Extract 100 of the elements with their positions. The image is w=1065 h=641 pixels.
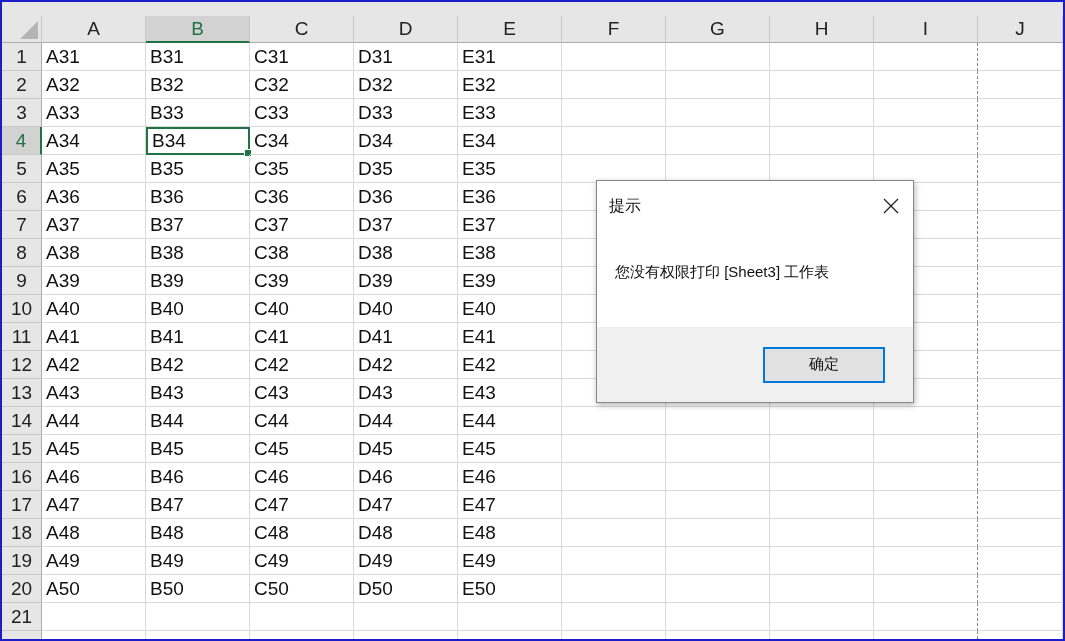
table-cell[interactable]: A39 (42, 267, 146, 295)
empty-cell[interactable] (874, 435, 978, 463)
column-header[interactable]: C (250, 16, 354, 43)
table-cell[interactable]: A42 (42, 351, 146, 379)
table-cell[interactable]: E44 (458, 407, 562, 435)
row-header[interactable]: 15 (2, 435, 42, 463)
table-cell[interactable]: A46 (42, 463, 146, 491)
empty-cell[interactable] (874, 603, 978, 631)
empty-cell[interactable] (874, 407, 978, 435)
column-header[interactable]: F (562, 16, 666, 43)
table-cell[interactable]: D48 (354, 519, 458, 547)
row-header[interactable]: 9 (2, 267, 42, 295)
row-header[interactable]: 11 (2, 323, 42, 351)
table-cell[interactable]: C50 (250, 575, 354, 603)
table-cell[interactable]: E35 (458, 155, 562, 183)
table-cell[interactable]: E41 (458, 323, 562, 351)
empty-cell[interactable] (874, 463, 978, 491)
table-cell[interactable]: A31 (42, 43, 146, 71)
row-header[interactable]: 5 (2, 155, 42, 183)
table-cell[interactable]: D33 (354, 99, 458, 127)
table-cell[interactable]: A49 (42, 547, 146, 575)
table-cell[interactable]: D45 (354, 435, 458, 463)
table-cell[interactable]: B36 (146, 183, 250, 211)
row-header[interactable]: 1 (2, 43, 42, 71)
table-cell[interactable]: D32 (354, 71, 458, 99)
row-header[interactable]: 7 (2, 211, 42, 239)
table-cell[interactable]: A48 (42, 519, 146, 547)
table-cell[interactable]: B37 (146, 211, 250, 239)
table-cell[interactable]: D42 (354, 351, 458, 379)
table-cell[interactable]: B42 (146, 351, 250, 379)
table-cell[interactable]: D40 (354, 295, 458, 323)
empty-cell[interactable] (874, 127, 978, 155)
table-cell[interactable]: E42 (458, 351, 562, 379)
table-cell[interactable]: E33 (458, 99, 562, 127)
table-cell[interactable]: C35 (250, 155, 354, 183)
table-cell[interactable]: B48 (146, 519, 250, 547)
table-cell[interactable]: B31 (146, 43, 250, 71)
table-cell[interactable]: B49 (146, 547, 250, 575)
table-cell[interactable]: E48 (458, 519, 562, 547)
column-header[interactable]: D (354, 16, 458, 43)
table-cell[interactable]: A32 (42, 71, 146, 99)
table-cell[interactable]: C46 (250, 463, 354, 491)
table-cell[interactable]: D37 (354, 211, 458, 239)
table-cell[interactable]: D50 (354, 575, 458, 603)
table-cell[interactable]: E31 (458, 43, 562, 71)
empty-cell[interactable] (874, 491, 978, 519)
table-cell[interactable]: B38 (146, 239, 250, 267)
table-cell[interactable]: E39 (458, 267, 562, 295)
empty-cell[interactable] (874, 519, 978, 547)
table-cell[interactable]: A34 (42, 127, 146, 155)
table-cell[interactable]: C36 (250, 183, 354, 211)
table-cell[interactable]: A41 (42, 323, 146, 351)
table-cell[interactable]: C40 (250, 295, 354, 323)
table-cell[interactable]: A36 (42, 183, 146, 211)
table-cell[interactable]: D49 (354, 547, 458, 575)
column-header[interactable]: H (770, 16, 874, 43)
table-cell[interactable]: C47 (250, 491, 354, 519)
table-cell[interactable]: A37 (42, 211, 146, 239)
table-cell[interactable]: B47 (146, 491, 250, 519)
table-cell[interactable]: E47 (458, 491, 562, 519)
table-cell[interactable]: A45 (42, 435, 146, 463)
table-cell[interactable]: B34 (146, 127, 250, 155)
column-header[interactable]: G (666, 16, 770, 43)
table-cell[interactable]: A35 (42, 155, 146, 183)
table-cell[interactable]: A47 (42, 491, 146, 519)
column-header[interactable]: E (458, 16, 562, 43)
table-cell[interactable]: C43 (250, 379, 354, 407)
column-header[interactable]: B (146, 16, 250, 43)
table-cell[interactable]: B50 (146, 575, 250, 603)
table-cell[interactable]: C31 (250, 43, 354, 71)
empty-cell[interactable] (874, 99, 978, 127)
table-cell[interactable]: A50 (42, 575, 146, 603)
column-header[interactable]: I (874, 16, 978, 43)
ok-button[interactable]: 确定 (763, 346, 885, 383)
table-cell[interactable]: D39 (354, 267, 458, 295)
table-cell[interactable]: D35 (354, 155, 458, 183)
row-header[interactable]: 13 (2, 379, 42, 407)
table-cell[interactable]: A44 (42, 407, 146, 435)
table-cell[interactable]: E38 (458, 239, 562, 267)
row-header[interactable]: 19 (2, 547, 42, 575)
table-cell[interactable]: A33 (42, 99, 146, 127)
table-cell[interactable]: B41 (146, 323, 250, 351)
table-cell[interactable]: C45 (250, 435, 354, 463)
table-cell[interactable]: B39 (146, 267, 250, 295)
table-cell[interactable]: B33 (146, 99, 250, 127)
table-cell[interactable]: C44 (250, 407, 354, 435)
table-cell[interactable]: C39 (250, 267, 354, 295)
table-cell[interactable]: D43 (354, 379, 458, 407)
table-cell[interactable]: B43 (146, 379, 250, 407)
table-cell[interactable]: E36 (458, 183, 562, 211)
table-cell[interactable]: D41 (354, 323, 458, 351)
empty-cell[interactable] (874, 575, 978, 603)
empty-cell[interactable] (874, 547, 978, 575)
table-cell[interactable]: E34 (458, 127, 562, 155)
empty-cell[interactable] (874, 43, 978, 71)
row-header[interactable]: 16 (2, 463, 42, 491)
empty-cell[interactable] (874, 71, 978, 99)
table-cell[interactable]: C34 (250, 127, 354, 155)
table-cell[interactable]: B46 (146, 463, 250, 491)
table-cell[interactable]: E43 (458, 379, 562, 407)
